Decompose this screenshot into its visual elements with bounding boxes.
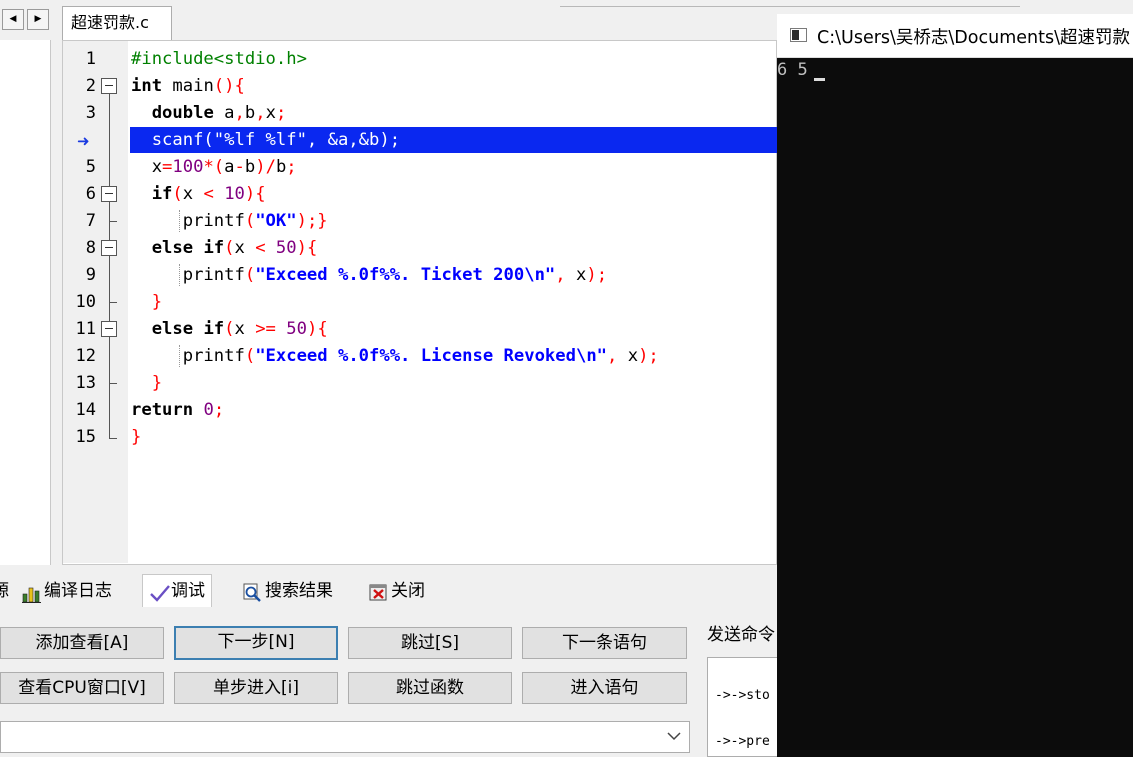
divider	[560, 6, 1020, 7]
file-tab[interactable]: 超速罚款.c	[62, 6, 172, 40]
fold-line	[109, 94, 110, 439]
arrow-right-icon: ▶	[34, 14, 42, 24]
code-line: printf("OK");}	[131, 211, 328, 231]
next-statement-button[interactable]: 下一条语句	[522, 627, 687, 659]
current-line-arrow-icon: ➜	[77, 132, 90, 150]
add-watch-button[interactable]: 添加查看[A]	[0, 627, 164, 659]
line-number: 9	[85, 265, 96, 285]
tab-search-results[interactable]: 搜索结果	[243, 574, 333, 607]
view-cpu-window-button[interactable]: 查看CPU窗口[V]	[0, 672, 164, 704]
code-line: int main(){	[131, 76, 245, 96]
console-output: 6 5	[777, 60, 808, 80]
line-number: 3	[85, 103, 96, 123]
tab-resources[interactable]: 源	[0, 574, 9, 607]
line-number: 1	[85, 49, 96, 69]
close-window-icon	[369, 582, 387, 600]
tab-next-button[interactable]: ▶	[27, 9, 49, 30]
code-line: }	[151, 292, 163, 312]
code-line: }	[151, 373, 163, 393]
button-label: 跳过[S]	[400, 633, 460, 653]
fold-toggle-icon[interactable]	[101, 240, 117, 256]
tab-label: 调试	[171, 581, 205, 601]
console-cursor	[814, 78, 825, 81]
fold-end	[109, 221, 117, 222]
tab-debug[interactable]: 调试	[142, 574, 212, 607]
line-number: 11	[75, 319, 96, 339]
line-number: 8	[85, 238, 96, 258]
fold-end	[109, 383, 117, 384]
console-title: C:\Users\吴桥志\Documents\超速罚款	[817, 28, 1130, 48]
send-command-line: ->->sto	[715, 688, 770, 703]
line-number: 12	[75, 346, 96, 366]
code-line: printf("Exceed %.0f%%. License Revoked\n…	[131, 346, 659, 366]
line-number: 10	[75, 292, 96, 312]
tab-label: 关闭	[391, 580, 425, 601]
tab-label: 搜索结果	[265, 580, 333, 601]
line-number: 5	[85, 157, 96, 177]
line-number: 2	[85, 76, 96, 96]
chevron-down-icon[interactable]	[667, 726, 681, 745]
project-panel	[0, 40, 51, 565]
fold-toggle-icon[interactable]	[101, 78, 117, 94]
code-line: #include<stdio.h>	[131, 49, 307, 69]
into-statement-button[interactable]: 进入语句	[522, 672, 687, 704]
next-step-button[interactable]: 下一步[N]	[174, 626, 338, 660]
button-label: 跳过函数	[396, 678, 464, 698]
code-line: else if(x < 50){	[151, 238, 318, 258]
tab-prev-button[interactable]: ◀	[2, 9, 24, 30]
tab-label: 源	[0, 580, 9, 601]
line-number: 15	[75, 427, 96, 447]
button-label: 下一条语句	[562, 633, 647, 653]
send-command-line: ->->pre	[715, 734, 770, 749]
fold-toggle-icon[interactable]	[101, 321, 117, 337]
file-tab-label: 超速罚款.c	[71, 13, 149, 32]
watch-combo-box[interactable]	[0, 721, 690, 753]
line-number: 13	[75, 373, 96, 393]
code-line: if(x < 10){	[151, 184, 266, 204]
bar-chart-icon	[22, 582, 41, 603]
skip-button[interactable]: 跳过[S]	[348, 627, 512, 659]
code-line: else if(x >= 50){	[151, 319, 328, 339]
arrow-left-icon: ◀	[9, 14, 17, 24]
button-label: 查看CPU窗口[V]	[18, 678, 146, 698]
code-line: return 0;	[131, 400, 225, 420]
code-line: }	[131, 427, 142, 447]
code-line-current: scanf("%lf %lf", &a,&b);	[131, 130, 401, 150]
code-line: x=100*(a-b)/b;	[131, 157, 297, 177]
fold-end	[109, 302, 117, 303]
button-label: 单步进入[i]	[213, 678, 299, 698]
code-line: printf("Exceed %.0f%%. Ticket 200\n", x)…	[131, 265, 608, 285]
fold-end	[109, 438, 117, 439]
button-label: 下一步[N]	[217, 632, 295, 652]
tab-label: 编译日志	[44, 580, 112, 601]
checkmark-icon	[149, 582, 170, 602]
search-icon	[243, 582, 261, 602]
fold-toggle-icon[interactable]	[101, 186, 117, 202]
send-command-label: 发送命令	[707, 625, 775, 645]
button-label: 添加查看[A]	[35, 633, 129, 653]
line-number: 14	[75, 400, 96, 420]
button-label: 进入语句	[570, 678, 639, 698]
step-into-button[interactable]: 单步进入[i]	[174, 672, 338, 704]
console-window[interactable]	[777, 14, 1133, 757]
tab-compile-log[interactable]: 编译日志	[22, 574, 112, 607]
console-icon	[790, 28, 807, 42]
tab-close[interactable]: 关闭	[369, 574, 425, 607]
code-line: double a,b,x;	[151, 103, 287, 123]
line-number: 6	[85, 184, 96, 204]
line-number: 7	[85, 211, 96, 231]
skip-function-button[interactable]: 跳过函数	[348, 672, 512, 704]
